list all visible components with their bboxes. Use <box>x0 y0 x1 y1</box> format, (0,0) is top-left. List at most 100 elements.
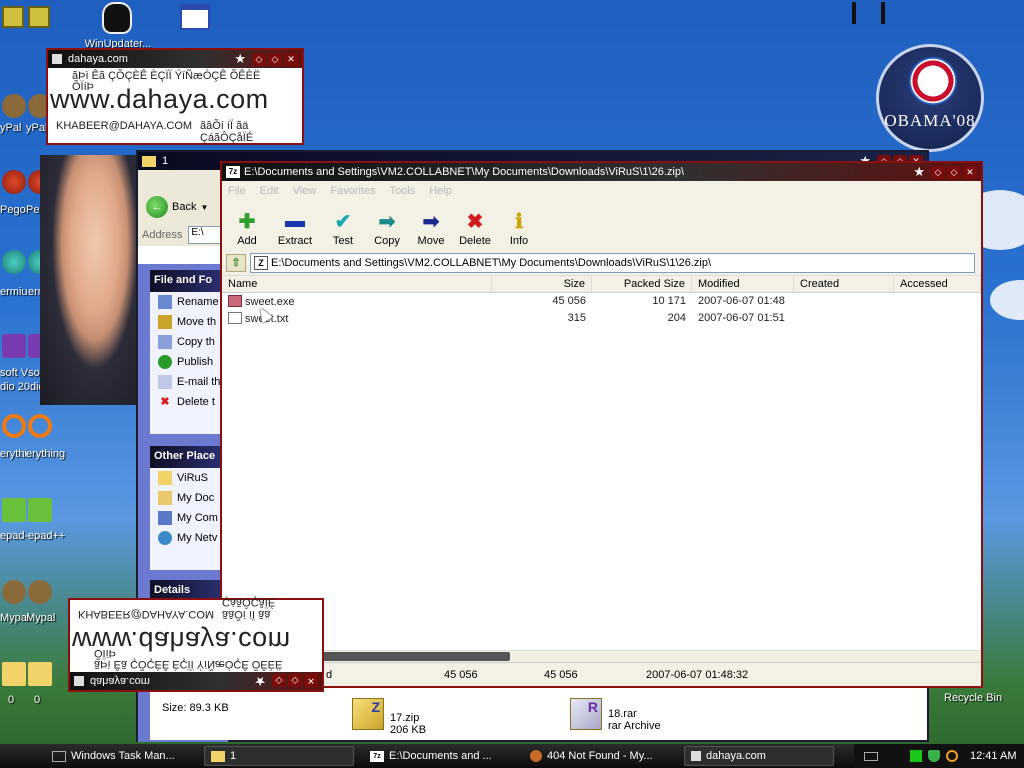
menu-tools[interactable]: Tools <box>390 185 416 197</box>
archive-manager-window[interactable]: 7z E:\Documents and Settings\VM2.COLLABN… <box>220 161 983 688</box>
dahaya-popup-window-mirrored[interactable]: dahaya.com ★ ◇ ◇ ✕ ãÞì Êã ÇÕÇÈÊ ÈÇÏÏ ÝíÑ… <box>68 596 324 692</box>
everything-icon[interactable] <box>2 414 26 438</box>
status-packed: 45 056 <box>544 669 578 681</box>
panel-heading[interactable]: Other Place <box>150 446 228 468</box>
close-button[interactable]: ✕ <box>304 674 318 688</box>
shield-icon[interactable] <box>928 750 940 762</box>
minimize-button[interactable]: ◇ <box>252 52 266 66</box>
status-bar: d 45 056 45 056 2007-06-07 01:48:32 <box>222 662 981 686</box>
dahaya-url[interactable]: www.dahaya.com <box>50 84 269 115</box>
dahaya-popup-window[interactable]: dahaya.com ★ ◇ ◇ ✕ ãÞì Êã ÇÕÇÈÊ ÈÇÏÏ ÝíÑ… <box>46 48 304 145</box>
place-my-computer[interactable]: My Com <box>150 508 228 528</box>
back-button[interactable]: ← Back ▼ <box>146 196 208 218</box>
add-button[interactable]: ✚ Add <box>228 201 266 251</box>
task-copy[interactable]: Copy th <box>150 332 228 352</box>
maximize-button[interactable]: ◇ <box>288 674 302 688</box>
table-row[interactable]: sweet.exe 45 056 10 171 2007-06-07 01:48 <box>222 293 981 310</box>
everything-icon[interactable] <box>28 414 52 438</box>
green-status-icon[interactable] <box>910 750 922 762</box>
clock[interactable]: 12:41 AM <box>970 750 1016 762</box>
task-button-browser[interactable]: 404 Not Found - My... <box>524 746 674 766</box>
dahaya-url[interactable]: www.dahaya.com <box>72 625 291 656</box>
dahaya-titlebar[interactable]: dahaya.com ★ ◇ ◇ ✕ <box>48 50 302 68</box>
task-move[interactable]: Move th <box>150 312 228 332</box>
garbled-text: ãâÕí íÏ ãä ÇáãÔÇåÏÉ <box>200 120 254 144</box>
minimize-button[interactable]: ◇ <box>931 165 945 179</box>
menu-favorites[interactable]: Favorites <box>330 185 375 197</box>
notepad-plus-icon[interactable] <box>28 498 52 522</box>
menu-file[interactable]: File <box>228 185 246 197</box>
task-button-explorer[interactable]: 1 <box>204 746 354 766</box>
task-publish[interactable]: Publish <box>150 352 228 372</box>
address-label: Address <box>142 229 183 241</box>
copy-button[interactable]: ➡ Copy <box>368 201 406 251</box>
notepad-plus-icon[interactable] <box>2 498 26 522</box>
plus-icon: ✚ <box>238 210 256 233</box>
up-folder-button[interactable]: ⇧ <box>226 254 246 272</box>
email-icon <box>158 375 172 389</box>
mypal-icon[interactable] <box>2 580 26 604</box>
move-button[interactable]: ➡ Move <box>412 201 450 251</box>
path-input[interactable]: Z E:\Documents and Settings\VM2.COLLABNE… <box>250 253 975 273</box>
archive-titlebar[interactable]: 7z E:\Documents and Settings\VM2.COLLABN… <box>222 163 981 181</box>
task-button-archive[interactable]: 7z E:\Documents and ... <box>364 746 514 766</box>
keyboard-icon[interactable] <box>864 751 878 761</box>
table-row[interactable]: sweet.txt 315 204 2007-06-07 01:51 <box>222 310 981 327</box>
test-button[interactable]: ✔ Test <box>324 201 362 251</box>
column-packed-size[interactable]: Packed Size <box>592 276 692 292</box>
column-size[interactable]: Size <box>492 276 592 292</box>
panel-heading[interactable]: File and Fo <box>150 270 228 292</box>
task-rename[interactable]: Rename <box>150 292 228 312</box>
pego-icon[interactable] <box>2 170 26 194</box>
path-bar: ⇧ Z E:\Documents and Settings\VM2.COLLAB… <box>222 251 981 275</box>
close-button[interactable]: ✕ <box>284 52 298 66</box>
horizontal-scrollbar[interactable] <box>222 650 981 662</box>
close-button[interactable]: ✕ <box>963 165 977 179</box>
column-name[interactable]: Name <box>222 276 492 292</box>
column-created[interactable]: Created <box>794 276 894 292</box>
file-item[interactable]: Z 17.zip 206 KB <box>352 698 426 736</box>
menu-help[interactable]: Help <box>429 185 452 197</box>
search-icon[interactable] <box>946 750 958 762</box>
window-title: E:\Documents and Settings\VM2.COLLABNET\… <box>244 166 684 178</box>
file-tasks-panel: File and Fo Rename Move th Copy th Publi… <box>150 270 228 434</box>
info-button[interactable]: ℹ Info <box>500 201 538 251</box>
place-label: ViRuS <box>177 472 208 484</box>
maximize-button[interactable]: ◇ <box>268 52 282 66</box>
file-item[interactable]: R 18.rar rar Archive <box>570 698 661 732</box>
minimize-button[interactable]: ◇ <box>272 674 286 688</box>
place-virus[interactable]: ViRuS <box>150 468 228 488</box>
task-delete[interactable]: ✖ Delete t <box>150 392 228 412</box>
maximize-button[interactable]: ◇ <box>947 165 961 179</box>
recycle-bin-label[interactable]: Recycle Bin <box>944 692 1002 704</box>
dahaya-titlebar[interactable]: dahaya.com ★ ◇ ◇ ✕ <box>70 672 322 690</box>
column-modified[interactable]: Modified <box>692 276 794 292</box>
folder-icon[interactable] <box>28 662 52 686</box>
minus-icon: ▬ <box>285 209 305 232</box>
mypal-icon[interactable] <box>28 580 52 604</box>
menu-edit[interactable]: Edit <box>260 185 279 197</box>
visual-studio-icon[interactable] <box>2 334 26 358</box>
chevron-down-icon[interactable]: ▼ <box>200 203 208 212</box>
move-arrow-icon: ➡ <box>422 210 440 233</box>
delete-button[interactable]: ✖ Delete <box>456 201 494 251</box>
folder-icon[interactable] <box>2 662 26 686</box>
menu-view[interactable]: View <box>293 185 317 197</box>
task-email[interactable]: E-mail th <box>150 372 228 392</box>
place-my-documents[interactable]: My Doc <box>150 488 228 508</box>
rar-archive-icon: R <box>570 698 602 730</box>
extract-button[interactable]: ▬ Extract <box>272 201 318 251</box>
column-accessed[interactable]: Accessed <box>894 276 981 292</box>
mypal-icon[interactable] <box>2 94 26 118</box>
info-label: Info <box>509 235 529 247</box>
sevenzip-app-icon: 7z <box>226 166 240 178</box>
task-button-dahaya[interactable]: dahaya.com <box>684 746 834 766</box>
premium-icon[interactable] <box>2 250 26 274</box>
place-my-network[interactable]: My Netv <box>150 528 228 548</box>
archive-toolbar: ✚ Add ▬ Extract ✔ Test ➡ Copy ➡ Move ✖ D… <box>222 201 981 251</box>
task-button-task-manager[interactable]: Windows Task Man... <box>46 746 196 766</box>
skull-icon[interactable] <box>102 2 132 34</box>
window-icon[interactable] <box>180 4 210 30</box>
folder-icon <box>158 471 172 485</box>
garbled-text: ãÞì Êã ÇÕÇÈÊ ÈÇÏÏ ÝíÑæÓÇÊ ÕÊÈË <box>94 658 283 670</box>
